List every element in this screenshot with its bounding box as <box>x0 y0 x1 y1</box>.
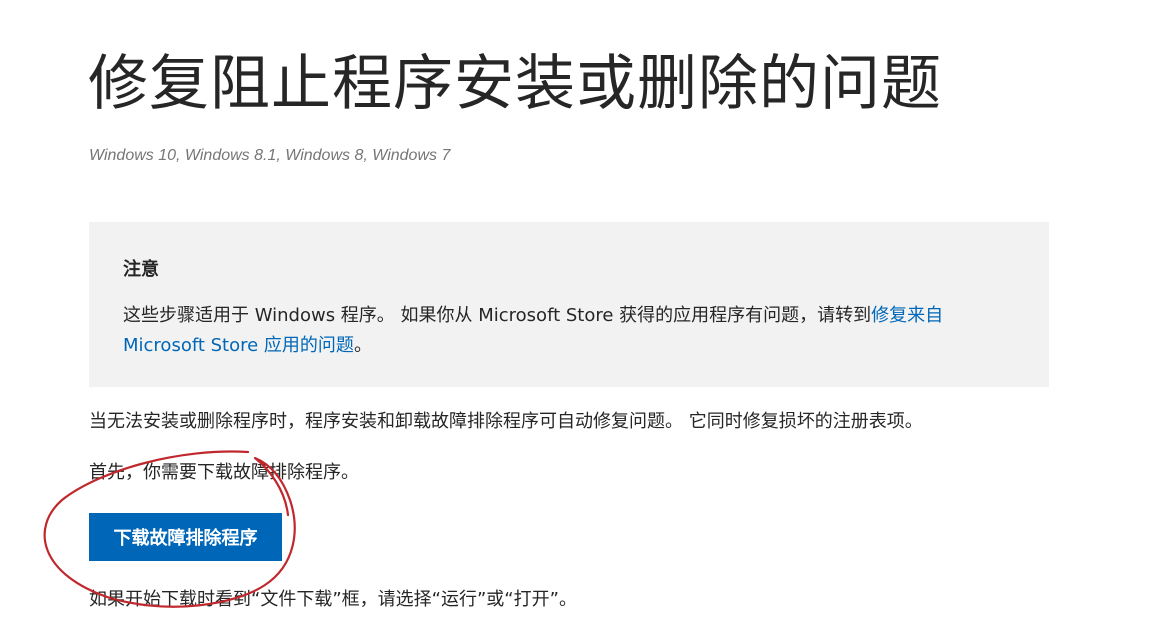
note-text-before-link: 这些步骤适用于 Windows 程序。 如果你从 Microsoft Store… <box>123 305 872 326</box>
note-box: 注意 这些步骤适用于 Windows 程序。 如果你从 Microsoft St… <box>89 222 1049 387</box>
download-instructions-paragraph: 如果开始下载时看到“文件下载”框，请选择“运行”或“打开”。 <box>89 589 577 610</box>
note-heading: 注意 <box>123 259 159 280</box>
support-article-page: 修复阻止程序安装或删除的问题 Windows 10, Windows 8.1, … <box>0 0 1175 621</box>
download-troubleshooter-button[interactable]: 下载故障排除程序 <box>89 513 282 561</box>
applies-to-text: Windows 10, Windows 8.1, Windows 8, Wind… <box>89 147 451 164</box>
page-title: 修复阻止程序安装或删除的问题 <box>88 49 942 119</box>
first-step-paragraph: 首先，你需要下载故障排除程序。 <box>89 462 359 483</box>
note-text: 这些步骤适用于 Windows 程序。 如果你从 Microsoft Store… <box>123 301 983 361</box>
intro-paragraph: 当无法安装或删除程序时，程序安装和卸载故障排除程序可自动修复问题。 它同时修复损… <box>89 411 923 432</box>
note-text-after-link: 。 <box>353 335 372 356</box>
